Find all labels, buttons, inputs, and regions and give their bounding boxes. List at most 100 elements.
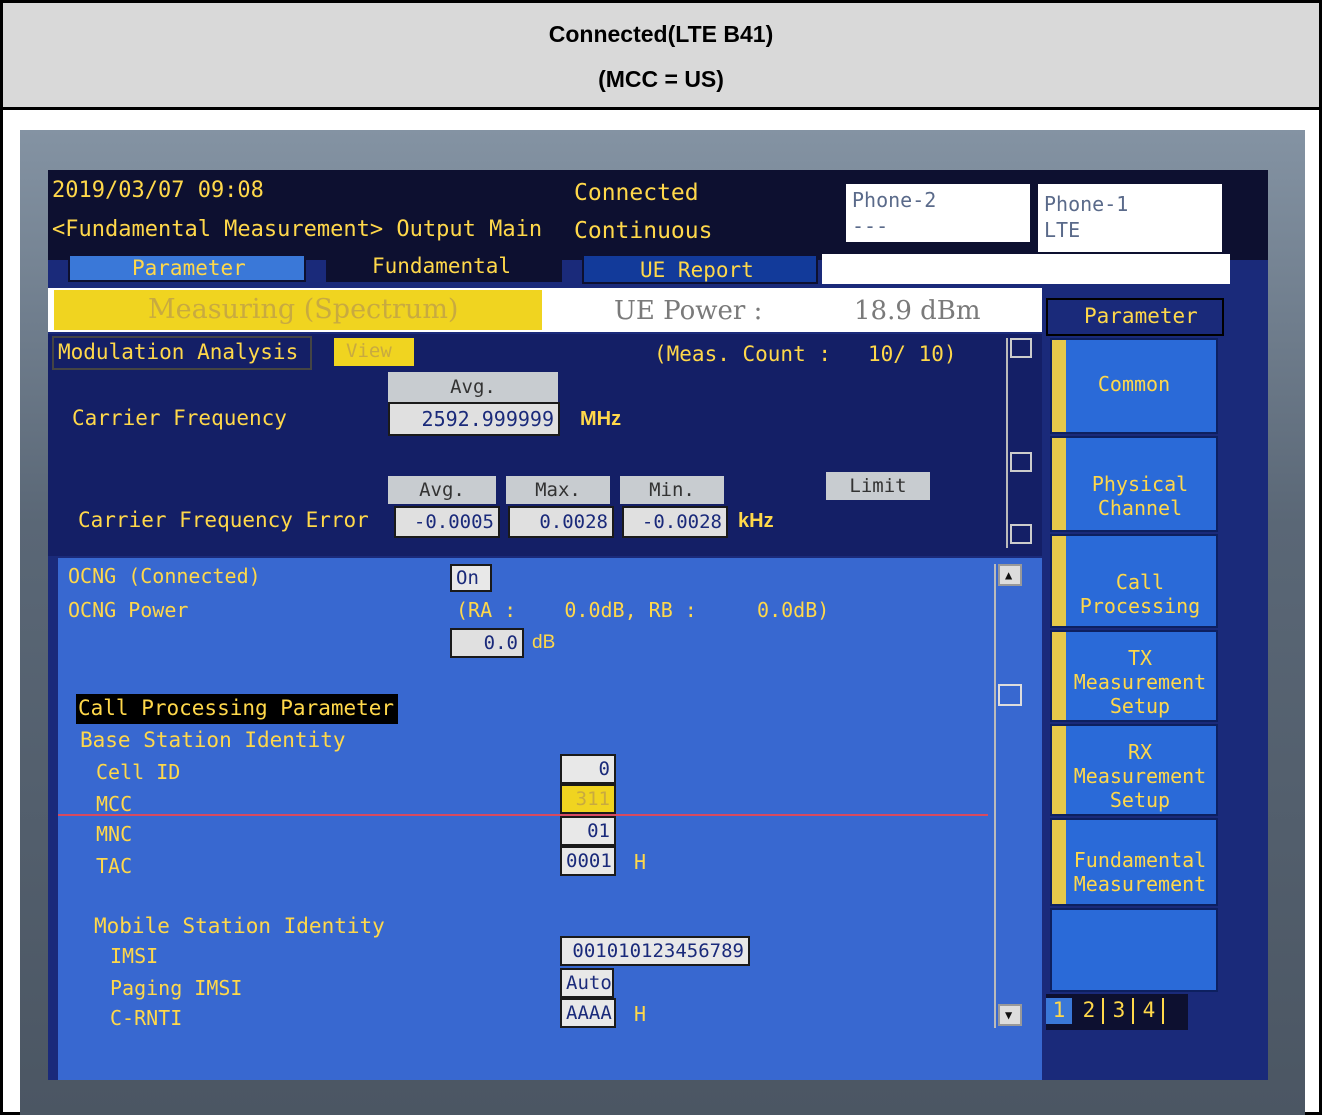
page-3-button[interactable]: 3 xyxy=(1106,998,1134,1024)
view-button[interactable]: View xyxy=(334,338,414,366)
sidebar-item-fundamental-measurement[interactable]: Fundamental Measurement xyxy=(1050,818,1218,906)
sidebar-item-call-processing[interactable]: Call Processing xyxy=(1050,534,1218,628)
tag-marker xyxy=(1052,340,1066,432)
page-2-button[interactable]: 2 xyxy=(1076,998,1104,1024)
col-avg: Avg. xyxy=(388,476,496,504)
ocng-power-ra-rb: (RA : 0.0dB, RB : 0.0dB) xyxy=(456,598,830,622)
carrier-frequency-label: Carrier Frequency xyxy=(72,406,287,430)
param-scroll-up-button[interactable]: ▲ xyxy=(998,564,1022,586)
mcc-value[interactable]: 311 xyxy=(560,784,616,814)
tab-fundamental[interactable]: Fundamental xyxy=(326,252,562,282)
tag-marker xyxy=(1052,632,1066,720)
mcc-highlight-line xyxy=(58,814,988,816)
cell-id-value[interactable]: 0 xyxy=(560,754,616,784)
scroll-down-button[interactable] xyxy=(1010,524,1032,544)
phone2-title: Phone-2 xyxy=(852,188,937,212)
tab-parameter-label: Parameter xyxy=(132,256,246,280)
phone2-box[interactable]: Phone-2 --- xyxy=(846,184,1030,242)
sidebar-title: Parameter xyxy=(1084,304,1198,328)
instrument-photo: 2019/03/07 09:08 <Fundamental Measuremen… xyxy=(20,130,1305,1115)
connection-status: Connected xyxy=(574,180,699,206)
page-4-button[interactable]: 4 xyxy=(1136,998,1164,1024)
c-rnti-label: C-RNTI xyxy=(110,1006,183,1030)
err-max-value: 0.0028 xyxy=(508,506,614,538)
page-selector: 1 2 3 4 xyxy=(1046,994,1188,1030)
sidebar-item-common[interactable]: Common xyxy=(1050,338,1218,434)
measuring-indicator: Measuring (Spectrum) xyxy=(54,290,542,330)
cell-id-label: Cell ID xyxy=(96,760,181,784)
modulation-title: Modulation Analysis xyxy=(58,340,299,364)
base-station-identity: Base Station Identity xyxy=(80,728,346,752)
param-scroll-down-button[interactable]: ▼ xyxy=(998,1004,1022,1026)
ocng-value[interactable]: On xyxy=(450,564,492,592)
mcc-label: MCC xyxy=(96,792,133,816)
sidebar-item-physical-channel[interactable]: Physical Channel xyxy=(1050,436,1218,532)
modulation-scrollbar[interactable] xyxy=(1006,338,1032,548)
tab-ue-report[interactable]: UE Report xyxy=(582,254,818,284)
phone1-box[interactable]: Phone-1 LTE xyxy=(1038,184,1222,252)
sidebar-item-label: RX Measurement Setup xyxy=(1073,740,1207,812)
phone1-value: LTE xyxy=(1044,218,1081,242)
tab-parameter[interactable]: Parameter xyxy=(68,254,306,282)
ocng-power-label: OCNG Power xyxy=(68,598,189,622)
ocng-label: OCNG (Connected) xyxy=(68,564,261,588)
tag-marker xyxy=(1052,820,1066,904)
cpp-title: Call Processing Parameter xyxy=(78,696,395,720)
ocng-power-value[interactable]: 0.0 xyxy=(450,628,524,658)
tab-fundamental-label: Fundamental xyxy=(372,254,512,278)
col-max: Max. xyxy=(506,476,610,504)
caption-header: Connected(LTE B41) (MCC = US) xyxy=(3,3,1319,110)
ue-power-value: 18.9 dBm xyxy=(854,296,981,326)
caption-line-2: (MCC = US) xyxy=(598,66,724,92)
up-arrow-icon: ▲ xyxy=(1005,568,1013,582)
mode-label: <Fundamental Measurement> Output Main xyxy=(52,217,543,242)
carrier-freq-error-label: Carrier Frequency Error xyxy=(78,508,369,532)
tac-value[interactable]: 0001 xyxy=(560,846,616,876)
datetime: 2019/03/07 09:08 xyxy=(52,178,264,203)
mobile-station-identity: Mobile Station Identity xyxy=(94,914,385,938)
sidebar-item-label: Common xyxy=(1097,372,1171,396)
paging-imsi-value[interactable]: Auto xyxy=(560,968,614,998)
ue-power-label: UE Power : xyxy=(614,296,763,326)
modulation-title-box: Modulation Analysis xyxy=(52,336,312,370)
param-scroll-thumb[interactable] xyxy=(998,684,1022,706)
limit-button[interactable]: Limit xyxy=(826,472,930,500)
c-rnti-value[interactable]: AAAA xyxy=(560,998,616,1028)
carrier-frequency-value: 2592.999999 xyxy=(388,402,560,436)
col-min: Min. xyxy=(620,476,724,504)
sidebar-item-label: TX Measurement Setup xyxy=(1073,646,1207,718)
tac-label: TAC xyxy=(96,854,133,878)
sidebar-item-empty[interactable] xyxy=(1050,908,1218,992)
cpp-title-box: Call Processing Parameter xyxy=(76,694,398,724)
imsi-label: IMSI xyxy=(110,944,159,968)
parameter-scrollbar[interactable]: ▲ ▼ xyxy=(994,564,1024,1028)
scroll-up-button[interactable] xyxy=(1010,338,1032,358)
mnc-label: MNC xyxy=(96,822,133,846)
meas-count-value: 10/ 10) xyxy=(868,342,957,366)
scroll-thumb[interactable] xyxy=(1010,452,1032,472)
measuring-text: Measuring (Spectrum) xyxy=(148,294,459,325)
tag-marker xyxy=(1052,726,1066,814)
mnc-value[interactable]: 01 xyxy=(560,816,616,846)
err-avg-value: -0.0005 xyxy=(394,506,500,538)
tab-bar-filler xyxy=(822,254,1230,284)
tac-unit: H xyxy=(634,850,647,874)
phone1-title: Phone-1 xyxy=(1044,192,1129,216)
paging-imsi-label: Paging IMSI xyxy=(110,976,243,1000)
c-rnti-unit: H xyxy=(634,1002,647,1026)
carrier-frequency-unit: MHz xyxy=(580,408,622,430)
ocng-power-unit: dB xyxy=(532,632,556,653)
sidebar-item-tx-measurement-setup[interactable]: TX Measurement Setup xyxy=(1050,630,1218,722)
avg-header-1: Avg. xyxy=(388,372,558,402)
sidebar-title-box: Parameter xyxy=(1046,298,1224,336)
run-mode: Continuous xyxy=(574,218,713,244)
caption-line-1: Connected(LTE B41) xyxy=(548,21,774,47)
sidebar-item-rx-measurement-setup[interactable]: RX Measurement Setup xyxy=(1050,724,1218,816)
tab-ue-report-label: UE Report xyxy=(640,258,754,282)
err-min-value: -0.0028 xyxy=(622,506,728,538)
sidebar-item-label: Physical Channel xyxy=(1091,472,1189,520)
page-1-button[interactable]: 1 xyxy=(1046,998,1072,1024)
imsi-value[interactable]: 001010123456789 xyxy=(560,936,750,966)
instrument-screen: 2019/03/07 09:08 <Fundamental Measuremen… xyxy=(48,170,1268,1080)
sidebar-item-label: Fundamental Measurement xyxy=(1073,848,1207,896)
